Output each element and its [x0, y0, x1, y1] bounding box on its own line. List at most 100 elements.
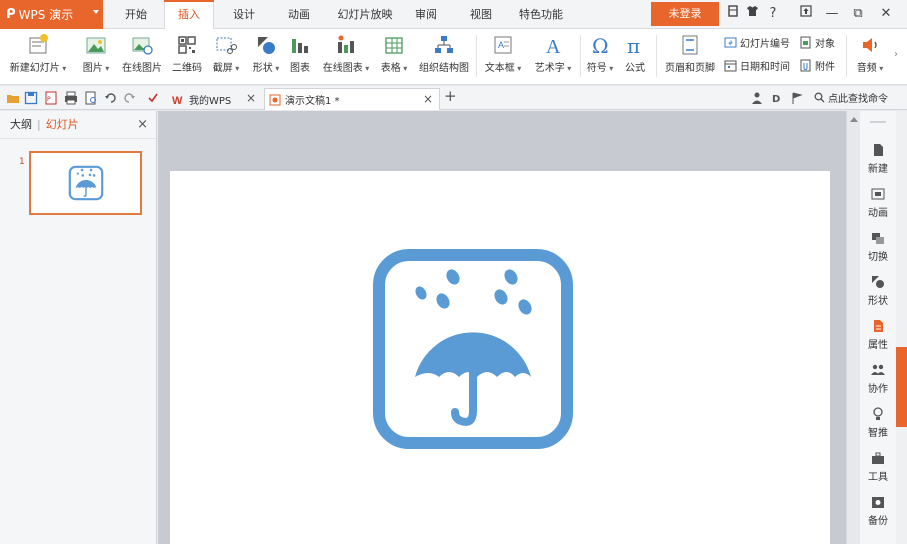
qrcode-button[interactable]: 二维码	[170, 31, 204, 81]
skin-d-icon[interactable]: D	[770, 91, 784, 105]
org-chart-icon	[435, 36, 453, 53]
tab-special-features[interactable]: 特色功能	[513, 0, 569, 29]
side-tool-smart-push[interactable]: 智推	[860, 407, 896, 439]
new-slide-button[interactable]: 新建幻灯片	[6, 31, 70, 81]
vertical-scrollbar[interactable]	[846, 111, 860, 544]
wordart-button[interactable]: A 艺术字	[530, 31, 576, 81]
tab-start[interactable]: 开始	[118, 0, 154, 29]
wps-logo-icon: ᑭ	[6, 7, 16, 22]
tab-slideshow[interactable]: 幻灯片放映	[333, 0, 397, 29]
online-chart-button[interactable]: 在线图表	[318, 31, 374, 81]
datetime-button[interactable]: 日期和时间	[724, 56, 790, 74]
side-tool-tools[interactable]: 工具	[860, 451, 896, 483]
tab-outline[interactable]: 大纲	[10, 118, 32, 131]
svg-text:A: A	[546, 36, 561, 57]
screenshot-button[interactable]: 截屏	[208, 31, 244, 81]
attachment-button[interactable]: 附件	[799, 56, 835, 74]
close-button[interactable]: ✕	[876, 3, 896, 25]
transition-icon	[872, 233, 884, 244]
smartart-button[interactable]: 组织结构图	[416, 31, 472, 81]
pane-toggle-button[interactable]	[896, 347, 907, 427]
document-tab-bar: P W 我的WPS × 演示文稿1 * × + D 点此查找命令	[0, 86, 907, 110]
login-button[interactable]: 未登录	[651, 2, 719, 26]
ribbon-more-icon[interactable]: ›	[894, 49, 898, 60]
bar-chart-icon	[292, 39, 308, 53]
ribbon-separator	[846, 35, 847, 77]
symbol-button[interactable]: Ω 符号	[584, 31, 616, 81]
upload-icon[interactable]	[796, 3, 816, 25]
flag-icon[interactable]	[790, 91, 804, 105]
svg-text:Ω: Ω	[592, 34, 609, 57]
object-button[interactable]: 对象	[799, 33, 835, 51]
app-name: WPS 演示	[18, 8, 74, 22]
new-tab-icon[interactable]: +	[444, 87, 457, 105]
side-tool-backup[interactable]: 备份	[860, 495, 896, 527]
svg-text:#: #	[728, 40, 733, 47]
online-picture-button[interactable]: 在线图片	[118, 31, 166, 81]
skin-icon[interactable]	[723, 3, 743, 25]
animation-icon	[871, 188, 885, 200]
person-icon[interactable]	[750, 91, 764, 105]
help-button[interactable]: ?	[764, 3, 782, 25]
export-pdf-icon[interactable]: P	[44, 91, 58, 105]
tab-view[interactable]: 视图	[463, 0, 499, 29]
header-footer-button[interactable]: 页眉和页脚	[662, 31, 718, 81]
shape-icon	[872, 276, 884, 288]
picture-icon	[86, 37, 106, 54]
print-preview-icon[interactable]	[84, 91, 98, 105]
online-picture-icon	[132, 37, 153, 55]
open-folder-icon[interactable]	[6, 91, 20, 105]
tab-design[interactable]: 设计	[226, 0, 262, 29]
header-footer-icon	[682, 35, 698, 55]
tab-review[interactable]: 审阅	[408, 0, 444, 29]
tab-slides[interactable]: 幻灯片	[46, 118, 79, 131]
close-panel-icon[interactable]: ×	[137, 111, 148, 139]
pane-collapse-strip	[896, 111, 907, 544]
print-icon[interactable]	[64, 91, 78, 105]
umbrella-icon[interactable]	[373, 249, 573, 449]
calendar-icon	[724, 60, 737, 71]
shape-button[interactable]: 形状	[248, 31, 284, 81]
textbox-button[interactable]: A 文本框	[480, 31, 526, 81]
side-tool-properties[interactable]: 属性	[860, 319, 896, 351]
chart-button[interactable]: 图表	[286, 31, 314, 81]
shirt-icon[interactable]	[742, 3, 762, 25]
new-slide-icon	[29, 34, 48, 54]
object-icon	[800, 36, 811, 48]
slides-panel: 大纲 | 幻灯片 × 1	[0, 111, 157, 544]
redo-icon[interactable]	[122, 91, 136, 105]
side-tool-animation[interactable]: 动画	[860, 187, 896, 219]
slide-number-button[interactable]: # 幻灯片编号	[724, 33, 790, 51]
scroll-up-icon[interactable]	[850, 117, 858, 122]
slide-thumb-number: 1	[19, 157, 25, 167]
picture-button[interactable]: 图片	[78, 31, 114, 81]
slide-number-icon: #	[724, 37, 737, 47]
save-icon[interactable]	[24, 91, 38, 105]
speaker-icon	[863, 38, 877, 52]
pane-handle	[870, 121, 886, 123]
close-tab-icon[interactable]: ×	[246, 91, 256, 105]
formula-button[interactable]: π 公式	[620, 31, 650, 81]
wps-w-icon: W	[172, 95, 183, 105]
doc-tab-presentation[interactable]: 演示文稿1 * ×	[264, 88, 440, 110]
minimize-button[interactable]: —	[822, 3, 842, 25]
doc-tab-my-wps[interactable]: W 我的WPS ×	[168, 88, 262, 110]
slide[interactable]	[170, 171, 830, 544]
command-search[interactable]: 点此查找命令	[814, 90, 888, 105]
app-menu-button[interactable]: ᑭ WPS 演示	[0, 0, 103, 29]
audio-button[interactable]: 音频	[850, 31, 890, 81]
undo-icon[interactable]	[104, 91, 118, 105]
table-button[interactable]: 表格	[376, 31, 412, 81]
restore-button[interactable]: ⧉	[848, 3, 868, 25]
side-tool-collaborate[interactable]: 协作	[860, 363, 896, 395]
tab-animation[interactable]: 动画	[281, 0, 317, 29]
wordart-icon: A	[546, 36, 561, 57]
close-tab-icon[interactable]: ×	[423, 92, 433, 106]
slide-thumbnail[interactable]	[29, 151, 142, 215]
tab-insert[interactable]: 插入	[164, 0, 214, 30]
ribbon-separator	[476, 35, 477, 77]
customize-toolbar-icon[interactable]	[146, 91, 160, 105]
side-tool-shape[interactable]: 形状	[860, 275, 896, 307]
side-tool-transition[interactable]: 切换	[860, 231, 896, 263]
side-tool-new[interactable]: 新建	[860, 143, 896, 175]
